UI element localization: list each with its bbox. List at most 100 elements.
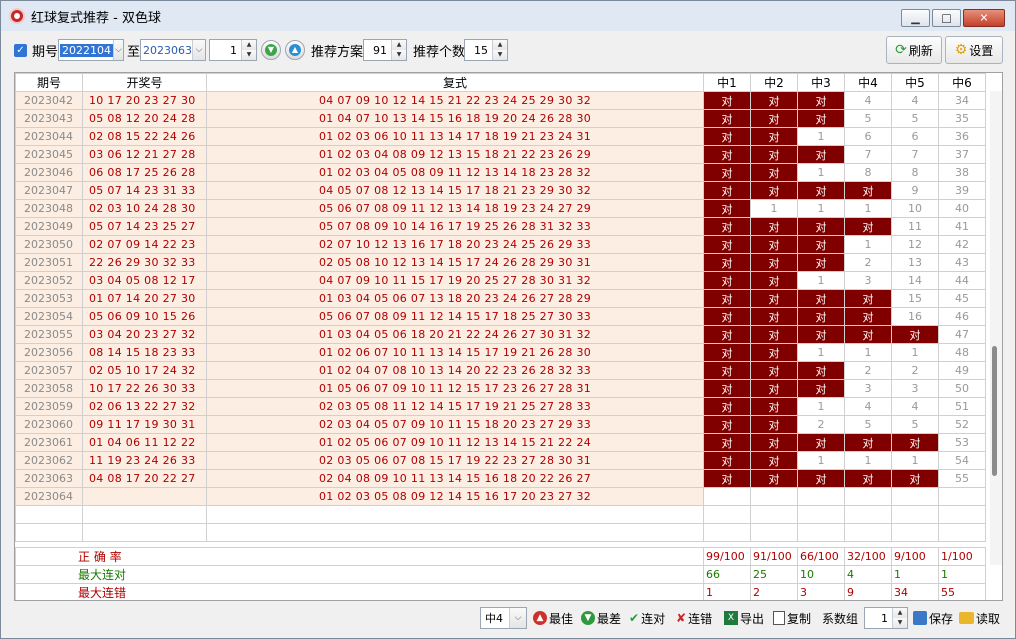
column-header[interactable]: 期号 [15,73,83,92]
column-header[interactable]: 中2 [750,73,798,92]
table-row[interactable]: 2023047 05 07 14 23 31 33 04 05 07 08 12 1… [15,181,986,200]
save-button[interactable]: 保存 [912,606,954,630]
period-checkbox-group[interactable]: ✓ 期号 [14,39,58,61]
spin-up-icon[interactable]: ▲ [242,40,256,50]
column-header[interactable]: 复式 [206,73,704,92]
scheme-spinner[interactable]: 91 ▲ ▼ [363,39,407,61]
recommendation-table[interactable]: 期号 开奖号 复式 中1 中2 中3 中4 中5 中6 2023042 10 17 20 23 2… [14,72,1003,601]
period-cell: 2023060 [15,415,83,434]
copy-button[interactable]: 复制 [772,606,812,630]
minimize-button[interactable]: ▁ [901,9,930,27]
spin-down-icon[interactable]: ▼ [392,50,406,60]
gear-icon: ⚙ [954,42,968,58]
spin-down-icon[interactable]: ▼ [493,50,507,60]
draw-numbers-cell [82,487,207,506]
column-header[interactable]: 中5 [891,73,939,92]
hit-cell: 48 [938,343,986,362]
draw-numbers-cell: 04 08 17 20 22 27 [82,469,207,488]
close-icon: ✕ [979,11,989,25]
table-row[interactable]: 2023063 04 08 17 20 22 27 02 04 08 09 10 1… [15,469,986,488]
table-row[interactable]: 2023050 02 07 09 14 22 23 02 07 10 12 13 1… [15,235,986,254]
table-row[interactable]: 2023044 02 08 15 22 24 26 01 02 03 06 10 1… [15,127,986,146]
draw-numbers-cell: 22 26 29 30 32 33 [82,253,207,272]
column-header[interactable]: 中6 [938,73,986,92]
spin-up-icon[interactable]: ▲ [893,608,907,618]
consecutive-hit-button[interactable]: ✔ 连对 [628,606,666,630]
empty-cell [206,523,704,542]
summary-label: 最大连错 [15,583,704,600]
next-period-button[interactable]: ▼ [261,40,281,60]
column-header[interactable]: 开奖号 [82,73,207,92]
draw-numbers-cell: 05 07 14 23 31 33 [82,181,207,200]
table-row[interactable]: 2023048 02 03 10 24 28 30 05 06 07 08 09 1… [15,199,986,218]
hit-cell: 37 [938,145,986,164]
prev-period-button[interactable]: ▲ [285,40,305,60]
hit-cell: 15 [891,289,939,308]
chevron-down-icon: ⌵ [113,40,123,60]
table-row[interactable]: 2023064 01 02 03 05 08 09 12 14 15 16 17 … [15,487,986,506]
hit-cell [797,487,845,506]
export-button[interactable]: X 导出 [723,606,765,630]
table-row[interactable]: 2023053 01 07 14 20 27 30 01 03 04 05 06 0… [15,289,986,308]
hit-cell: 对 [750,91,798,110]
period-to-value: 2023063 [143,43,192,57]
table-row[interactable]: 2023046 06 08 17 25 26 28 01 02 03 04 05 0… [15,163,986,182]
hit-cell [938,487,986,506]
thumb-up-icon: ▲ [533,611,547,625]
period-from-select[interactable]: 2022104 ⌵ [58,39,124,61]
table-row[interactable]: 2023060 09 11 17 19 30 31 02 03 04 05 07 0… [15,415,986,434]
table-row[interactable]: 2023051 22 26 29 30 32 33 02 05 08 10 12 1… [15,253,986,272]
hit-cell: 对 [703,109,751,128]
spin-down-icon[interactable]: ▼ [242,50,256,60]
spin-down-icon[interactable]: ▼ [893,618,907,628]
settings-button[interactable]: ⚙ 设置 [945,36,1003,64]
table-row[interactable]: 2023058 10 17 22 26 30 33 01 05 06 07 09 1… [15,379,986,398]
table-row[interactable]: 2023045 03 06 12 21 27 28 01 02 03 04 08 0… [15,145,986,164]
copy-icon [773,611,785,625]
hit-cell: 42 [938,235,986,254]
vertical-scrollbar[interactable] [990,91,1002,565]
table-row[interactable]: 2023055 03 04 20 23 27 32 01 03 04 05 06 1… [15,325,986,344]
hit-cell [891,487,939,506]
coef-spinner[interactable]: 1 ▲ ▼ [864,607,908,629]
table-row[interactable]: 2023049 05 07 14 23 25 27 05 07 08 09 10 1… [15,217,986,236]
period-to-select[interactable]: 2023063 ⌵ [140,39,206,61]
hit-cell: 对 [797,145,845,164]
maximize-button[interactable]: □ [932,9,961,27]
worst-button[interactable]: ▼ 最差 [580,606,622,630]
draw-numbers-cell: 06 08 17 25 26 28 [82,163,207,182]
period-cell: 2023059 [15,397,83,416]
hit-cell: 1 [797,199,845,218]
step-spinner[interactable]: 1 ▲ ▼ [209,39,257,61]
table-row[interactable]: 2023059 02 06 13 22 27 32 02 03 05 08 11 1… [15,397,986,416]
refresh-button[interactable]: ⟳ 刷新 [886,36,942,64]
period-cell: 2023047 [15,181,83,200]
close-button[interactable]: ✕ [963,9,1005,27]
spin-up-icon[interactable]: ▲ [392,40,406,50]
compound-numbers-cell: 01 03 04 05 06 18 20 21 22 24 26 27 30 3… [206,325,704,344]
best-button[interactable]: ▲ 最佳 [532,606,574,630]
table-row[interactable]: 2023042 10 17 20 23 27 30 04 07 09 10 12 1… [15,91,986,110]
spin-up-icon[interactable]: ▲ [493,40,507,50]
table-row[interactable]: 2023061 01 04 06 11 12 22 01 02 05 06 07 0… [15,433,986,452]
compound-numbers-cell: 01 04 07 10 13 14 15 16 18 19 20 24 26 2… [206,109,704,128]
table-row[interactable]: 2023062 11 19 23 24 26 33 02 03 05 06 07 0… [15,451,986,470]
hit-level-select[interactable]: 中4 ⌵ [480,607,527,629]
hit-cell: 对 [703,163,751,182]
refresh-label: 刷新 [908,43,933,58]
period-checkbox[interactable]: ✓ [14,43,27,57]
column-header[interactable]: 中3 [797,73,845,92]
table-row[interactable]: 2023052 03 04 05 08 12 17 04 07 09 10 11 1… [15,271,986,290]
column-header[interactable]: 中1 [703,73,751,92]
scrollbar-thumb[interactable] [992,346,997,476]
table-row[interactable]: 2023057 02 05 10 17 24 32 01 02 04 07 08 1… [15,361,986,380]
table-row[interactable]: 2023056 08 14 15 18 23 33 01 02 06 07 10 1… [15,343,986,362]
hit-cell: 41 [938,217,986,236]
table-row[interactable]: 2023054 05 06 09 10 15 26 05 06 07 08 09 1… [15,307,986,326]
column-header[interactable]: 中4 [844,73,892,92]
load-button[interactable]: 读取 [958,606,1001,630]
hit-cell: 49 [938,361,986,380]
consecutive-miss-button[interactable]: ✘ 连错 [675,606,713,630]
count-spinner[interactable]: 15 ▲ ▼ [464,39,508,61]
table-row[interactable]: 2023043 05 08 12 20 24 28 01 04 07 10 13 1… [15,109,986,128]
